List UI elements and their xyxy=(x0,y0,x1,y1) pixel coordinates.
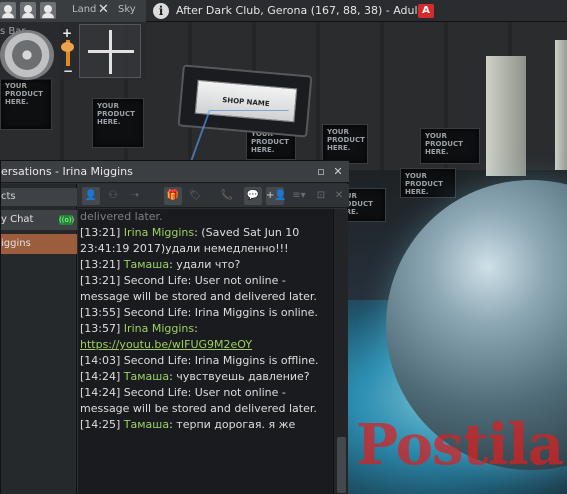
close-conversation-icon[interactable]: ✕ xyxy=(330,187,348,205)
people-icon[interactable] xyxy=(20,2,36,19)
contacts-header[interactable]: cts xyxy=(1,188,77,206)
chat-transcript[interactable]: delivered later. [13:21] Irina Miggins: … xyxy=(78,209,333,494)
tear-off-icon[interactable]: ⊡ xyxy=(312,187,330,205)
zoom-out-icon[interactable]: − xyxy=(63,64,73,78)
scene-pillar xyxy=(555,40,567,170)
product-panel: YOUR PRODUCT HERE. xyxy=(322,124,368,164)
close-icon[interactable]: ✕ xyxy=(332,166,344,178)
product-panel: YOUR PRODUCT HERE. xyxy=(0,78,52,130)
gift-icon[interactable]: 🎁 xyxy=(164,187,182,205)
chat-message: [13:21] Irina Miggins: (Saved Sat Jun 10… xyxy=(80,226,300,255)
chat-message: [13:55] Second Life: Irina Miggins is on… xyxy=(80,306,318,319)
conversation-row-irina[interactable]: iggins xyxy=(1,234,77,254)
chat-message: [13:21] Second Life: User not online - m… xyxy=(80,274,317,303)
toolbar-buttons: Land ✕ Sky xyxy=(0,0,146,22)
nearby-chat-row[interactable]: y Chat ((o)) xyxy=(1,210,77,230)
chat-message: [14:24] Тамаша: чувствуешь давление? xyxy=(80,370,310,383)
zoom-slider-knob[interactable] xyxy=(61,42,74,52)
chat-message: [14:25] Тамаша: терпи дорогая. я же xyxy=(80,418,296,431)
maturity-badge: A xyxy=(418,4,434,18)
zoom-in-icon[interactable]: + xyxy=(62,26,72,40)
sender-name[interactable]: Тамаша xyxy=(124,418,169,431)
product-panel: YOUR PRODUCT HERE. xyxy=(400,168,456,198)
sender-name[interactable]: Тамаша xyxy=(124,370,169,383)
top-bar: Land ✕ Sky i After Dark Club, Gerona (16… xyxy=(0,0,567,22)
scene-pillar xyxy=(486,56,526,176)
tab-sky[interactable]: Sky xyxy=(118,4,136,15)
watermark: Postila.ru xyxy=(356,412,567,478)
friends-icon[interactable]: ⚇ xyxy=(104,187,122,205)
chat-message: [14:03] Second Life: Irina Miggins is of… xyxy=(80,354,319,367)
product-panel: YOUR PRODUCT HERE. xyxy=(92,98,144,148)
nearby-chat-label: Chat xyxy=(10,214,34,225)
chat-link[interactable]: https://youtu.be/wIFUG9M2eOY xyxy=(80,338,252,351)
orbit-wheel[interactable] xyxy=(0,30,54,80)
chat-message: [13:21] Тамаша: удали что? xyxy=(80,258,241,271)
tab-land[interactable]: Land xyxy=(72,4,96,15)
window-title: ersations - Irina Miggins xyxy=(1,165,133,178)
chat-message: [13:57] Irina Miggins: https://youtu.be/… xyxy=(80,322,253,351)
chat-message: delivered later. xyxy=(80,210,163,223)
transcript-scrollbar[interactable] xyxy=(333,209,348,494)
pan-pad[interactable] xyxy=(79,24,141,78)
window-titlebar[interactable]: ersations - Irina Miggins ▫ ✕ xyxy=(1,161,349,183)
pan-arrow-vertical xyxy=(109,30,112,74)
chat-bubble-icon[interactable]: 💬 xyxy=(244,187,262,205)
location-label[interactable]: After Dark Club, Gerona (167, 88, 38) - … xyxy=(176,4,422,17)
nearby-chat-prefix: y xyxy=(1,214,7,225)
sender-name[interactable]: Irina Miggins xyxy=(124,322,194,335)
scrollbar-thumb[interactable] xyxy=(337,437,346,493)
options-menu-icon[interactable]: ≡▾ xyxy=(290,187,308,205)
call-icon[interactable]: 📞 xyxy=(218,187,236,205)
im-toolbar: 👤 ⚇ ➝ 🎁 🏷 📞 💬 +👤 ≡▾ ⊡ ✕ xyxy=(78,184,349,208)
conversation-list: cts y Chat ((o)) iggins xyxy=(1,184,77,494)
sender-name[interactable]: Irina Miggins xyxy=(124,226,194,239)
tag-icon[interactable]: 🏷 xyxy=(186,187,204,205)
sender-name[interactable]: Тамаша xyxy=(124,258,169,271)
teleport-icon[interactable]: ➝ xyxy=(126,187,144,205)
info-icon[interactable]: i xyxy=(153,3,169,19)
product-panel: YOUR PRODUCT HERE. xyxy=(420,128,480,164)
camera-controls: s Bar + − xyxy=(0,22,146,80)
conversations-window: ersations - Irina Miggins ▫ ✕ cts y Chat… xyxy=(0,160,349,494)
dock-icon[interactable]: ▫ xyxy=(315,166,327,178)
add-person-icon[interactable]: +👤 xyxy=(266,187,287,205)
close-icon[interactable]: ✕ xyxy=(98,2,109,17)
chat-message: [14:24] Second Life: User not online - m… xyxy=(80,386,317,415)
profile-icon[interactable]: 👤 xyxy=(82,187,100,205)
voice-icon: ((o)) xyxy=(59,215,75,225)
avatar-icon[interactable] xyxy=(0,2,16,19)
conversation-row-label: iggins xyxy=(1,238,31,249)
appearance-icon[interactable] xyxy=(40,2,56,19)
